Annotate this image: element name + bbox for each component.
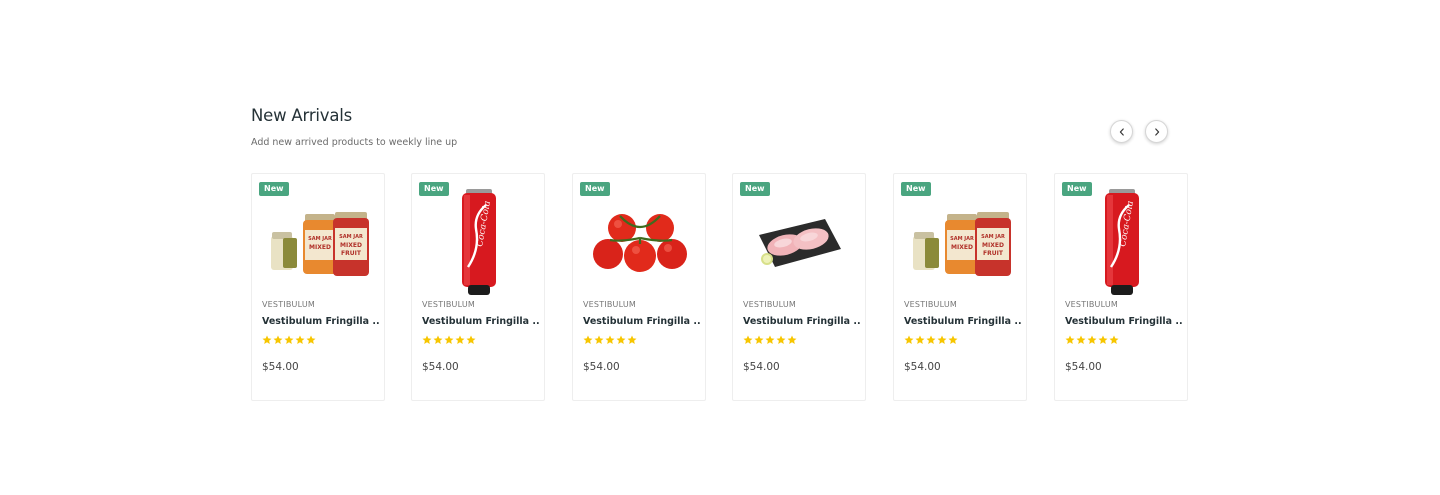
rating-stars (1065, 335, 1119, 345)
product-price: $54.00 (904, 361, 941, 373)
product-vendor: VESTIBULUM (262, 300, 316, 309)
product-card[interactable]: New Coca-Cola VESTIBULUM Vestibulum Frin… (411, 173, 545, 401)
rating-stars (583, 335, 637, 345)
star-icon (295, 335, 305, 344)
product-vendor: VESTIBULUM (422, 300, 476, 309)
product-card[interactable]: New SAM JAR MIXED SAM JAR MIXED FRUIT VE… (893, 173, 1027, 401)
section-subtitle: Add new arrived products to weekly line … (251, 137, 458, 148)
jam-jars-image: SAM JAR MIXED SAM JAR MIXED FRUIT (271, 212, 369, 276)
product-price: $54.00 (262, 361, 299, 373)
star-icon (787, 335, 797, 344)
product-card[interactable]: New VESTIBULUM Vestibulum Fringilla ... (572, 173, 706, 401)
product-name[interactable]: Vestibulum Fringilla ... (583, 316, 701, 327)
star-icon (948, 335, 958, 344)
star-icon (765, 335, 775, 344)
star-icon (1065, 335, 1075, 344)
product-name[interactable]: Vestibulum Fringilla ... (262, 316, 380, 327)
product-image[interactable]: SAM JAR MIXED SAM JAR MIXED FRUIT (260, 187, 378, 299)
svg-text:SAM JAR: SAM JAR (981, 234, 1005, 240)
star-icon (466, 335, 476, 344)
product-vendor: VESTIBULUM (1065, 300, 1119, 309)
product-image[interactable]: Coca-Cola (1063, 187, 1181, 299)
star-icon (1087, 335, 1097, 344)
product-vendor: VESTIBULUM (904, 300, 958, 309)
cola-can-image: Coca-Cola (1105, 189, 1139, 295)
rating-stars (743, 335, 797, 345)
carousel-prev-button[interactable] (1110, 120, 1133, 143)
chevron-right-icon (1154, 127, 1159, 136)
product-name[interactable]: Vestibulum Fringilla ... (1065, 316, 1183, 327)
product-vendor: VESTIBULUM (743, 300, 797, 309)
product-card[interactable]: New Coca-Cola VESTIBULUM Vestibulum Frin… (1054, 173, 1188, 401)
star-icon (1098, 335, 1108, 344)
star-icon (937, 335, 947, 344)
product-image[interactable] (581, 187, 699, 299)
product-price: $54.00 (1065, 361, 1102, 373)
product-image[interactable]: SAM JAR MIXED SAM JAR MIXED FRUIT (902, 187, 1020, 299)
product-card[interactable]: New SAM JAR MIXED SAM JAR MIXED FRUIT VE… (251, 173, 385, 401)
tomatoes-image (593, 214, 687, 272)
star-icon (262, 335, 272, 344)
svg-text:SAM JAR: SAM JAR (950, 236, 974, 242)
svg-text:MIXED: MIXED (340, 242, 362, 249)
star-icon (627, 335, 637, 344)
star-icon (455, 335, 465, 344)
section-title: New Arrivals (251, 106, 353, 125)
star-icon (926, 335, 936, 344)
product-name[interactable]: Vestibulum Fringilla ... (422, 316, 540, 327)
star-icon (776, 335, 786, 344)
star-icon (594, 335, 604, 344)
fish-fillet-image (759, 219, 841, 267)
star-icon (1109, 335, 1119, 344)
chevron-left-icon (1119, 127, 1124, 136)
rating-stars (422, 335, 476, 345)
product-price: $54.00 (422, 361, 459, 373)
star-icon (915, 335, 925, 344)
star-icon (904, 335, 914, 344)
carousel-next-button[interactable] (1145, 120, 1168, 143)
product-vendor: VESTIBULUM (583, 300, 637, 309)
star-icon (273, 335, 283, 344)
star-icon (605, 335, 615, 344)
product-card[interactable]: New VESTIBULUM Vestibulum Fringilla ... (732, 173, 866, 401)
product-image[interactable] (741, 187, 859, 299)
product-carousel: New SAM JAR MIXED SAM JAR MIXED FRUIT VE… (251, 173, 1188, 401)
star-icon (433, 335, 443, 344)
star-icon (444, 335, 454, 344)
product-image[interactable]: Coca-Cola (420, 187, 538, 299)
star-icon (616, 335, 626, 344)
svg-text:FRUIT: FRUIT (341, 250, 362, 257)
star-icon (743, 335, 753, 344)
rating-stars (262, 335, 316, 345)
product-name[interactable]: Vestibulum Fringilla ... (904, 316, 1022, 327)
star-icon (754, 335, 764, 344)
rating-stars (904, 335, 958, 345)
svg-text:SAM JAR: SAM JAR (339, 234, 363, 240)
cola-can-image: Coca-Cola (462, 189, 496, 295)
product-price: $54.00 (583, 361, 620, 373)
star-icon (1076, 335, 1086, 344)
product-name[interactable]: Vestibulum Fringilla ... (743, 316, 861, 327)
svg-text:MIXED: MIXED (309, 244, 331, 251)
svg-text:MIXED: MIXED (951, 244, 973, 251)
star-icon (583, 335, 593, 344)
svg-text:MIXED: MIXED (982, 242, 1004, 249)
new-arrivals-section: New Arrivals Add new arrived products to… (251, 104, 1188, 404)
svg-text:FRUIT: FRUIT (983, 250, 1004, 257)
jam-jars-image: SAM JAR MIXED SAM JAR MIXED FRUIT (913, 212, 1011, 276)
star-icon (306, 335, 316, 344)
svg-text:SAM JAR: SAM JAR (308, 236, 332, 242)
star-icon (284, 335, 294, 344)
star-icon (422, 335, 432, 344)
product-price: $54.00 (743, 361, 780, 373)
